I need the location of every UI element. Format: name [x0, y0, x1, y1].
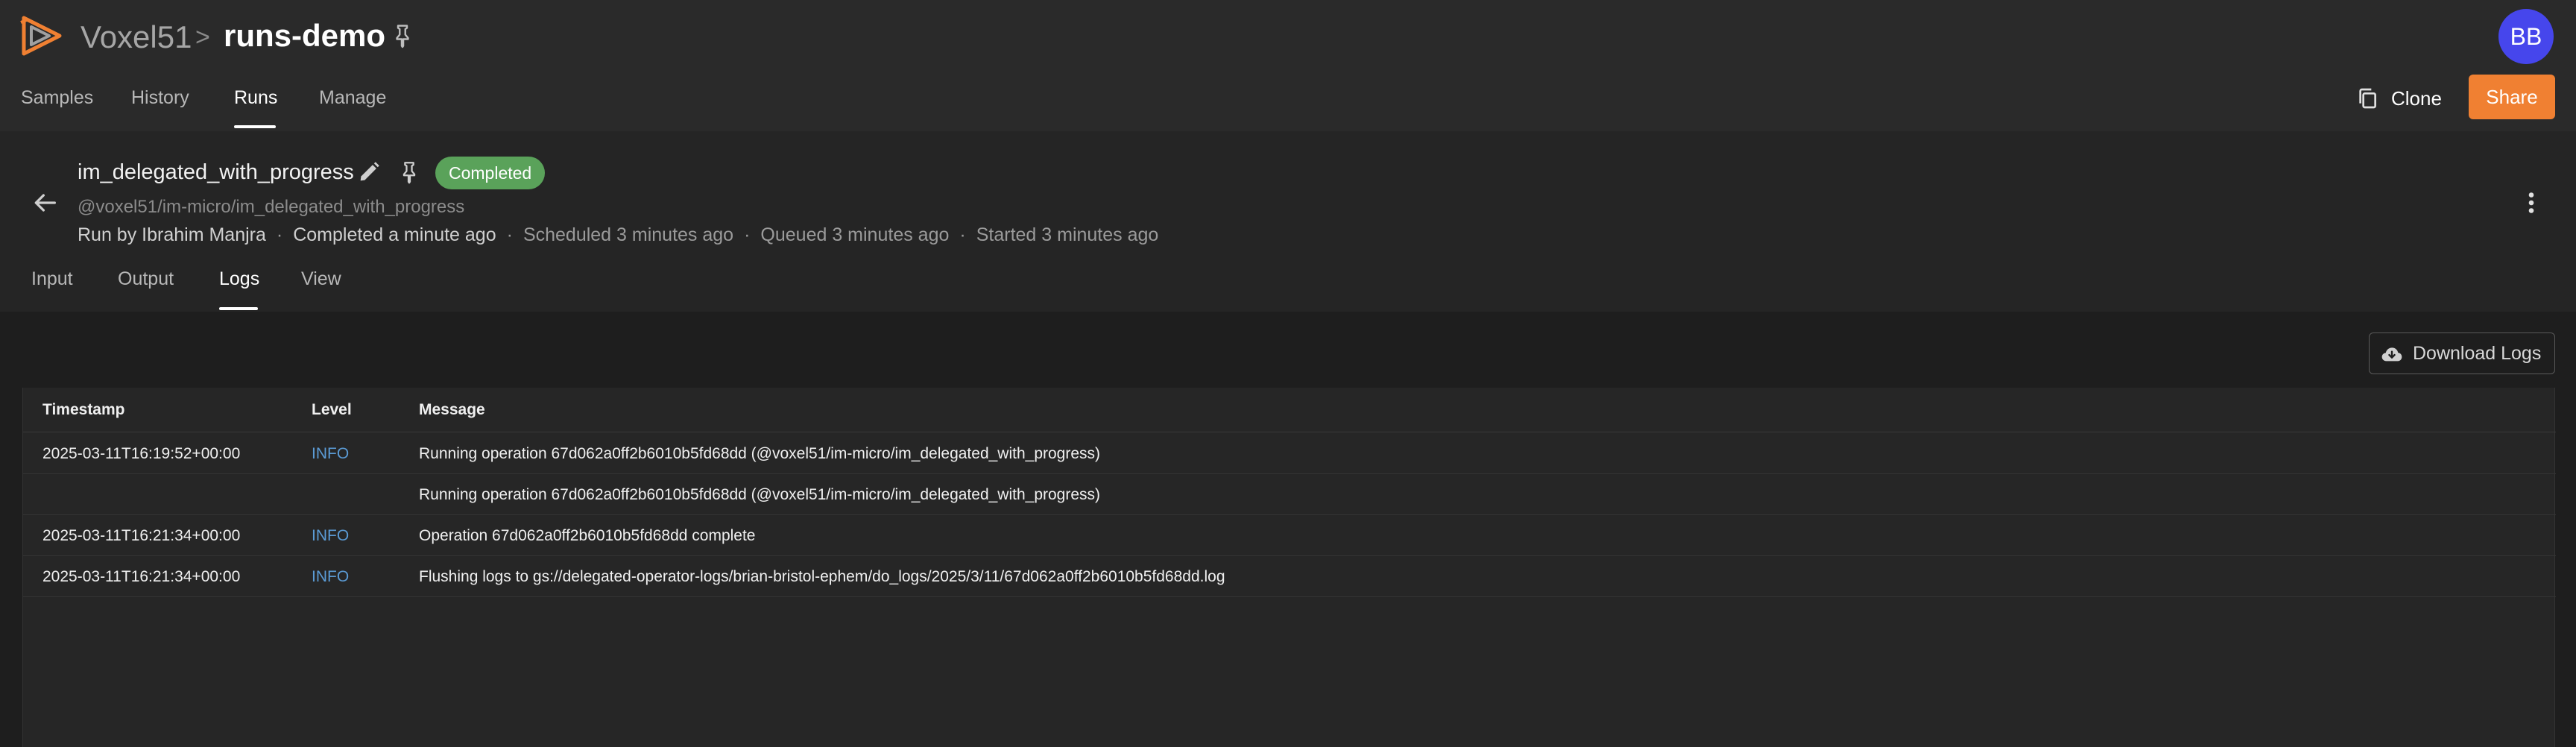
table-header: Timestamp Level Message: [23, 388, 2556, 432]
cell-timestamp: 2025-03-11T16:21:34+00:00: [42, 527, 241, 544]
cell-message: Running operation 67d062a0ff2b6010b5fd68…: [419, 445, 1101, 462]
tab-logs[interactable]: Logs: [219, 262, 259, 295]
cell-timestamp: 2025-03-11T16:19:52+00:00: [42, 445, 241, 462]
logs-table: Timestamp Level Message 2025-03-11T16:19…: [22, 388, 2556, 747]
run-name: im_delegated_with_progress: [78, 160, 354, 184]
more-options-icon[interactable]: [2518, 188, 2545, 218]
tab-view[interactable]: View: [301, 262, 341, 295]
queued-time: Queued 3 minutes ago: [760, 224, 950, 245]
started-time: Started 3 minutes ago: [976, 224, 1159, 245]
clone-label: Clone: [2391, 87, 2442, 110]
active-tab-indicator: [234, 125, 276, 128]
top-bar: Voxel51 > runs-demo BB Samples History R…: [0, 0, 2576, 131]
column-header-level: Level: [312, 401, 352, 418]
cell-message: Running operation 67d062a0ff2b6010b5fd68…: [419, 486, 1101, 503]
column-header-message: Message: [419, 401, 485, 418]
breadcrumb-separator: >: [195, 23, 210, 51]
run-by: Run by Ibrahim Manjra: [78, 224, 266, 245]
avatar[interactable]: BB: [2498, 9, 2554, 64]
cell-level: INFO: [312, 445, 350, 462]
dataset-name[interactable]: runs-demo: [224, 15, 385, 57]
meta-separator: ·: [506, 224, 513, 245]
tab-history[interactable]: History: [131, 81, 189, 115]
voxel51-logo-icon[interactable]: [18, 12, 66, 60]
run-header: im_delegated_with_progress Completed @vo…: [0, 131, 2576, 312]
cell-message: Operation 67d062a0ff2b6010b5fd68dd compl…: [419, 527, 756, 544]
table-row: 2025-03-11T16:19:52+00:00 INFO Running o…: [23, 433, 2556, 474]
tab-input[interactable]: Input: [31, 262, 73, 295]
table-row: Running operation 67d062a0ff2b6010b5fd68…: [23, 474, 2556, 515]
column-header-timestamp: Timestamp: [42, 401, 125, 418]
cell-message: Flushing logs to gs://delegated-operator…: [419, 568, 1225, 585]
tab-runs[interactable]: Runs: [234, 81, 277, 115]
active-run-tab-indicator: [219, 307, 258, 310]
edit-pencil-icon[interactable]: [356, 160, 382, 185]
run-meta: Run by Ibrahim Manjra · Completed a minute…: [78, 221, 1158, 249]
tab-manage[interactable]: Manage: [319, 81, 386, 115]
pin-run-icon[interactable]: [397, 160, 422, 185]
cell-level: INFO: [312, 568, 350, 585]
pin-icon[interactable]: [389, 22, 416, 49]
clone-button[interactable]: Clone: [2355, 81, 2445, 116]
cell-level: INFO: [312, 527, 350, 544]
brand-name[interactable]: Voxel51: [80, 16, 192, 58]
status-badge: Completed: [435, 157, 546, 189]
tab-output[interactable]: Output: [118, 262, 174, 295]
meta-separator: ·: [959, 224, 966, 245]
cloud-download-icon: [2381, 347, 2402, 362]
copy-icon: [2359, 88, 2376, 109]
cell-timestamp: 2025-03-11T16:21:34+00:00: [42, 568, 241, 585]
completed-time: Completed a minute ago: [293, 224, 496, 245]
download-logs-button[interactable]: Download Logs: [2369, 332, 2555, 374]
scheduled-time: Scheduled 3 minutes ago: [523, 224, 734, 245]
meta-separator: ·: [744, 224, 751, 245]
table-row: 2025-03-11T16:21:34+00:00 INFO Operation…: [23, 515, 2556, 556]
run-operator-path: @voxel51/im-micro/im_delegated_with_prog…: [78, 197, 465, 217]
back-arrow-icon[interactable]: [30, 188, 60, 218]
download-logs-label: Download Logs: [2413, 343, 2542, 364]
meta-separator: ·: [276, 224, 283, 245]
tab-samples[interactable]: Samples: [21, 81, 93, 115]
share-button[interactable]: Share: [2469, 75, 2555, 119]
table-row: 2025-03-11T16:21:34+00:00 INFO Flushing …: [23, 556, 2556, 597]
